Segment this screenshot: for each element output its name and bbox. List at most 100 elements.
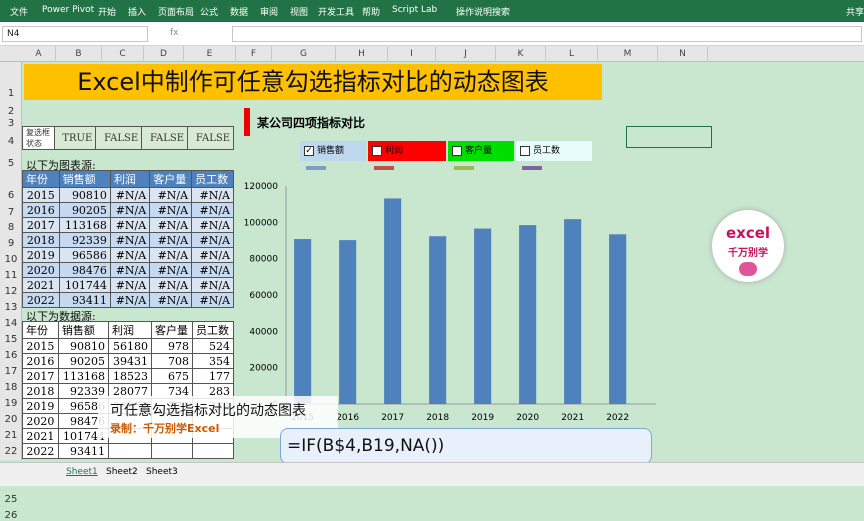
table-cell[interactable]: #N/A: [191, 262, 234, 278]
row-header[interactable]: 8: [0, 222, 22, 233]
table-cell[interactable]: 2019: [22, 247, 60, 263]
table-cell[interactable]: #N/A: [109, 217, 151, 233]
table-cell[interactable]: 2022: [22, 443, 59, 459]
row-header[interactable]: 20: [0, 414, 22, 425]
table-cell[interactable]: #N/A: [191, 202, 234, 218]
ribbon-tab[interactable]: 数据: [230, 5, 248, 18]
name-box[interactable]: N4: [2, 26, 148, 42]
ribbon-tab[interactable]: 插入: [128, 5, 146, 18]
column-header[interactable]: M: [598, 46, 658, 62]
row-header[interactable]: 7: [0, 207, 22, 218]
table-cell[interactable]: 2015: [22, 187, 60, 203]
checkbox-icon[interactable]: ✓: [304, 145, 314, 156]
column-header[interactable]: I: [388, 46, 436, 62]
row-header[interactable]: 25: [0, 494, 22, 505]
row-header[interactable]: 4: [0, 136, 22, 147]
row-header[interactable]: 5: [0, 158, 22, 169]
row-header[interactable]: 11: [0, 270, 22, 281]
table-cell[interactable]: 2018: [22, 232, 60, 248]
table-cell[interactable]: #N/A: [191, 217, 234, 233]
ribbon-tab[interactable]: 帮助: [362, 5, 380, 18]
table-cell[interactable]: #N/A: [149, 292, 193, 308]
checkbox-icon[interactable]: [520, 145, 530, 156]
table-cell[interactable]: #N/A: [109, 277, 151, 293]
table-cell[interactable]: 113168: [58, 217, 111, 233]
table-cell[interactable]: #N/A: [149, 262, 193, 278]
ribbon-tab[interactable]: Power Pivot: [42, 5, 94, 15]
share-button[interactable]: 共享: [846, 5, 864, 18]
table-cell[interactable]: 2017: [22, 217, 60, 233]
table-cell[interactable]: #N/A: [191, 292, 234, 308]
row-header[interactable]: 22: [0, 446, 22, 457]
checkbox-2[interactable]: 利润: [368, 141, 446, 161]
row-header[interactable]: 26: [0, 510, 22, 521]
table-cell[interactable]: 93411: [58, 292, 111, 308]
ribbon-tab[interactable]: 操作说明搜索: [456, 5, 510, 18]
table-cell[interactable]: #N/A: [191, 277, 234, 293]
table-cell[interactable]: 90810: [57, 338, 110, 354]
table-cell[interactable]: #N/A: [149, 247, 193, 263]
table-cell[interactable]: 93411: [57, 443, 110, 459]
row-header[interactable]: 2: [0, 106, 22, 117]
column-header[interactable]: H: [336, 46, 388, 62]
table-cell[interactable]: [192, 443, 234, 459]
checkbox-icon[interactable]: [372, 145, 382, 156]
table-cell[interactable]: 90205: [58, 202, 111, 218]
column-header[interactable]: A: [22, 46, 56, 62]
row-header[interactable]: 16: [0, 350, 22, 361]
table-cell[interactable]: 2020: [22, 413, 59, 429]
table-cell[interactable]: 98476: [58, 262, 111, 278]
column-header[interactable]: C: [102, 46, 144, 62]
row-header[interactable]: 9: [0, 238, 22, 249]
table-cell[interactable]: 2020: [22, 262, 60, 278]
table-cell[interactable]: 354: [192, 353, 234, 369]
table-cell[interactable]: #N/A: [109, 247, 151, 263]
row-header[interactable]: 13: [0, 302, 22, 313]
sheet-tab[interactable]: Sheet3: [146, 467, 178, 477]
table-cell[interactable]: 39431: [108, 353, 153, 369]
table-cell[interactable]: 56180: [108, 338, 153, 354]
sheet-tab[interactable]: Sheet1: [66, 467, 98, 477]
table-cell[interactable]: 978: [151, 338, 194, 354]
table-cell[interactable]: #N/A: [109, 202, 151, 218]
ribbon-tab[interactable]: 开始: [98, 5, 116, 18]
table-cell[interactable]: 2022: [22, 292, 60, 308]
column-header[interactable]: L: [546, 46, 598, 62]
row-header[interactable]: 21: [0, 430, 22, 441]
row-header[interactable]: 18: [0, 382, 22, 393]
table-cell[interactable]: 2017: [22, 368, 59, 384]
table-cell[interactable]: 2021: [22, 428, 59, 444]
table-cell[interactable]: 90810: [58, 187, 111, 203]
checkbox-icon[interactable]: [452, 145, 462, 156]
table-cell[interactable]: [108, 443, 153, 459]
table-cell[interactable]: 2019: [22, 398, 59, 414]
table-cell[interactable]: 90205: [57, 353, 110, 369]
ribbon-tab[interactable]: 公式: [200, 5, 218, 18]
table-cell[interactable]: 708: [151, 353, 194, 369]
column-header[interactable]: G: [272, 46, 336, 62]
row-header[interactable]: 3: [0, 118, 22, 129]
row-header[interactable]: 14: [0, 318, 22, 329]
table-cell[interactable]: #N/A: [109, 232, 151, 248]
formula-input[interactable]: [232, 26, 862, 42]
table-cell[interactable]: 2015: [22, 338, 59, 354]
table-cell[interactable]: 113168: [57, 368, 110, 384]
ribbon-tab[interactable]: 文件: [10, 5, 28, 18]
selected-cell[interactable]: [626, 126, 712, 148]
column-header[interactable]: D: [144, 46, 184, 62]
ribbon-tab[interactable]: 页面布局: [158, 5, 194, 18]
column-header[interactable]: K: [496, 46, 546, 62]
row-header[interactable]: 17: [0, 366, 22, 377]
ribbon-tab[interactable]: 开发工具: [318, 5, 354, 18]
table-cell[interactable]: #N/A: [149, 202, 193, 218]
table-cell[interactable]: #N/A: [109, 187, 151, 203]
column-header[interactable]: E: [184, 46, 236, 62]
table-cell[interactable]: #N/A: [149, 217, 193, 233]
row-header[interactable]: 19: [0, 398, 22, 409]
table-cell[interactable]: #N/A: [149, 232, 193, 248]
row-header[interactable]: 15: [0, 334, 22, 345]
table-cell[interactable]: #N/A: [191, 247, 234, 263]
table-cell[interactable]: 2021: [22, 277, 60, 293]
row-header[interactable]: 1: [0, 88, 22, 99]
column-header[interactable]: J: [436, 46, 496, 62]
